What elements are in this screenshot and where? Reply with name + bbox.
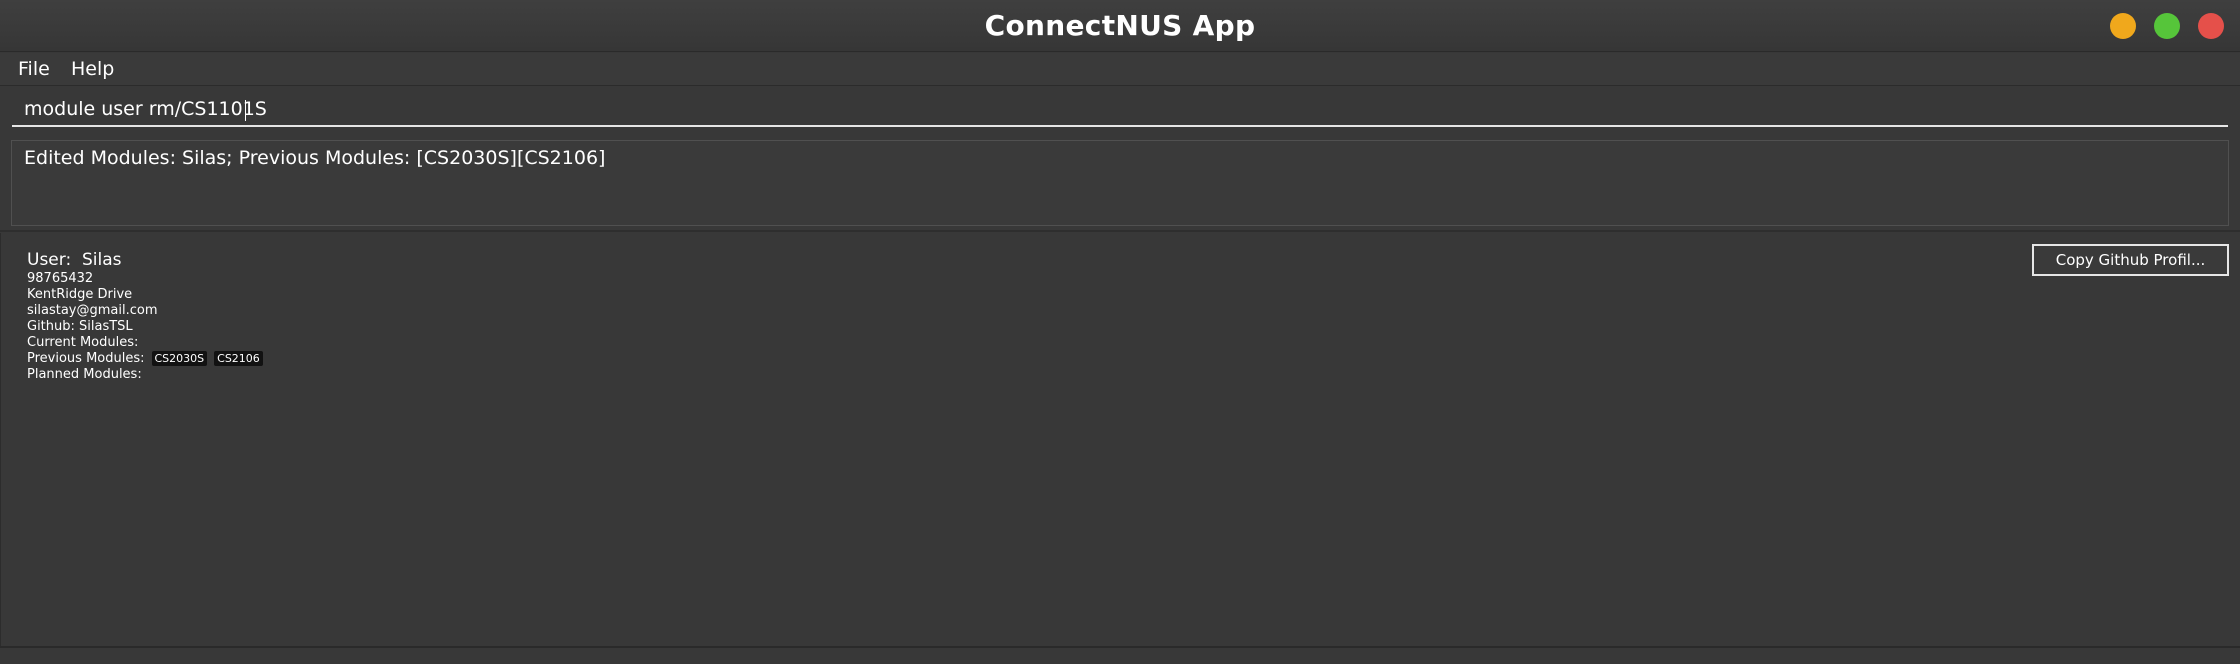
result-display-panel: Edited Modules: Silas; Previous Modules:… bbox=[0, 137, 2240, 232]
user-phone: 98765432 bbox=[27, 271, 94, 286]
user-panel: User: Silas 98765432 KentRidge Drive sil… bbox=[0, 233, 2240, 646]
user-github: Github: SilasTSL bbox=[27, 319, 133, 334]
minimize-button[interactable] bbox=[2110, 13, 2136, 39]
status-bar bbox=[0, 646, 2240, 664]
previous-modules-label: Previous Modules: bbox=[27, 351, 145, 366]
close-button[interactable] bbox=[2198, 13, 2224, 39]
module-tag: CS2030S bbox=[151, 351, 208, 366]
user-card: User: Silas 98765432 KentRidge Drive sil… bbox=[27, 249, 263, 383]
text-caret bbox=[245, 100, 246, 121]
title-bar: ConnectNUS App bbox=[0, 0, 2240, 52]
maximize-button[interactable] bbox=[2154, 13, 2180, 39]
copy-github-profile-button[interactable]: Copy Github Profil... bbox=[2032, 244, 2229, 276]
user-address: KentRidge Drive bbox=[27, 287, 133, 302]
previous-modules-row: Previous Modules: CS2030S CS2106 bbox=[27, 351, 263, 367]
window-title: ConnectNUS App bbox=[984, 9, 1256, 42]
current-modules-label: Current Modules: bbox=[27, 335, 139, 350]
user-email: silastay@gmail.com bbox=[27, 303, 158, 318]
app-window: ConnectNUS App File Help Edited Modules:… bbox=[0, 0, 2240, 664]
result-display[interactable]: Edited Modules: Silas; Previous Modules:… bbox=[11, 140, 2229, 226]
menu-help[interactable]: Help bbox=[71, 53, 114, 86]
menu-file[interactable]: File bbox=[18, 53, 50, 86]
planned-modules-label: Planned Modules: bbox=[27, 367, 142, 382]
result-text: Edited Modules: Silas; Previous Modules:… bbox=[24, 147, 606, 169]
command-box bbox=[0, 87, 2240, 137]
module-tag: CS2106 bbox=[214, 351, 263, 366]
command-input[interactable] bbox=[12, 93, 2228, 127]
user-name: User: Silas bbox=[27, 250, 122, 270]
menu-bar: File Help bbox=[0, 53, 2240, 86]
